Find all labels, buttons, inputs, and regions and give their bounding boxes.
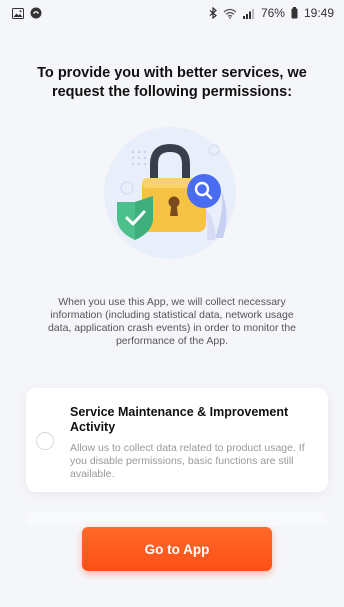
page-title: To provide you with better services, we … [37, 65, 307, 100]
battery-icon [291, 7, 298, 19]
magnifier-icon [187, 174, 221, 208]
permission-radio[interactable] [36, 432, 54, 450]
status-right: 76% 19:49 [209, 6, 334, 20]
permission-description: Allow us to collect data related to prod… [70, 442, 305, 480]
image-icon [12, 7, 24, 19]
shield-app-icon [30, 7, 42, 19]
description-text: When you use this App, we will collect n… [47, 296, 297, 347]
status-bar: 76% 19:49 [0, 0, 344, 26]
bluetooth-icon [209, 7, 217, 19]
go-to-app-button[interactable]: Go to App [82, 527, 272, 571]
clock: 19:49 [303, 6, 334, 20]
next-card-edge [26, 512, 328, 526]
status-left [12, 7, 42, 19]
signal-icon [242, 8, 255, 19]
bottom-area [0, 580, 344, 607]
permission-title: Service Maintenance & Improvement Activi… [70, 405, 289, 434]
permission-illustration [97, 120, 247, 270]
wifi-icon [223, 8, 237, 19]
battery-percent: 76% [260, 6, 285, 20]
permission-card[interactable]: Service Maintenance & Improvement Activi… [26, 388, 328, 492]
